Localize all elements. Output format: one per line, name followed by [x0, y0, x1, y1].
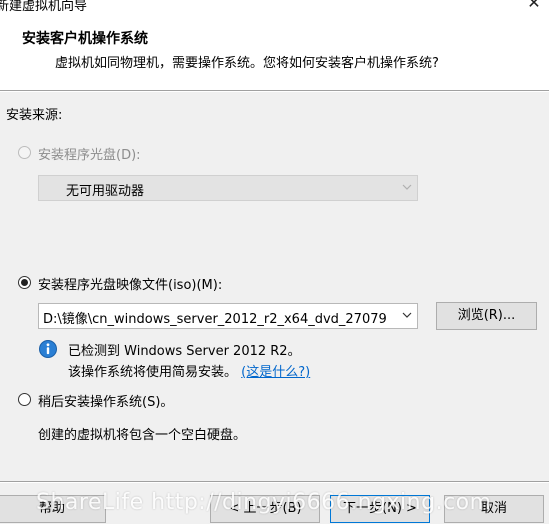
detected-os-text: 已检测到 Windows Server 2012 R2。: [68, 344, 301, 359]
wizard-header: 安装客户机操作系统 虚拟机如同物理机，需要操作系统。您将如何安装客户机操作系统?: [0, 14, 549, 90]
page-title: 安装客户机操作系统: [22, 31, 148, 47]
info-icon: [39, 340, 57, 358]
easy-install-note: 该操作系统将使用简易安装。 (这是什么?): [68, 361, 310, 380]
footer-divider: [0, 481, 549, 483]
install-later-radio[interactable]: [18, 393, 31, 406]
page-subtitle: 虚拟机如同物理机，需要操作系统。您将如何安装客户机操作系统?: [55, 56, 439, 71]
header-divider: [0, 90, 549, 92]
blank-disk-note: 创建的虚拟机将包含一个空白硬盘。: [38, 428, 247, 443]
easy-install-text: 该操作系统将使用简易安装。: [68, 365, 238, 380]
browse-button[interactable]: 浏览(R)...: [436, 302, 537, 330]
drive-select-value: 无可用驱动器: [66, 184, 145, 199]
title-bar: 新建虚拟机向导 ✕: [0, 0, 549, 14]
drive-select[interactable]: 无可用驱动器: [38, 175, 418, 201]
iso-path-value[interactable]: D:\镜像\cn_windows_server_2012_r2_x64_dvd_…: [43, 308, 397, 327]
watermark-text: ShareLife http://dingyi6666.ngxing.com: [36, 490, 492, 515]
iso-path-combo[interactable]: D:\镜像\cn_windows_server_2012_r2_x64_dvd_…: [38, 303, 418, 329]
whats-this-link[interactable]: (这是什么?): [241, 365, 310, 380]
install-source-label: 安装来源:: [6, 108, 63, 123]
close-icon[interactable]: ✕: [525, 0, 543, 12]
install-later-label[interactable]: 稍后安装操作系统(S)。: [38, 391, 173, 410]
iso-radio-label[interactable]: 安装程序光盘映像文件(iso)(M):: [38, 274, 222, 293]
chevron-down-icon: [402, 184, 412, 190]
disc-radio[interactable]: [18, 146, 31, 159]
iso-radio[interactable]: [18, 276, 31, 289]
window-title: 新建虚拟机向导: [0, 0, 88, 14]
chevron-down-icon[interactable]: [401, 309, 413, 321]
disc-radio-label[interactable]: 安装程序光盘(D):: [38, 144, 141, 163]
